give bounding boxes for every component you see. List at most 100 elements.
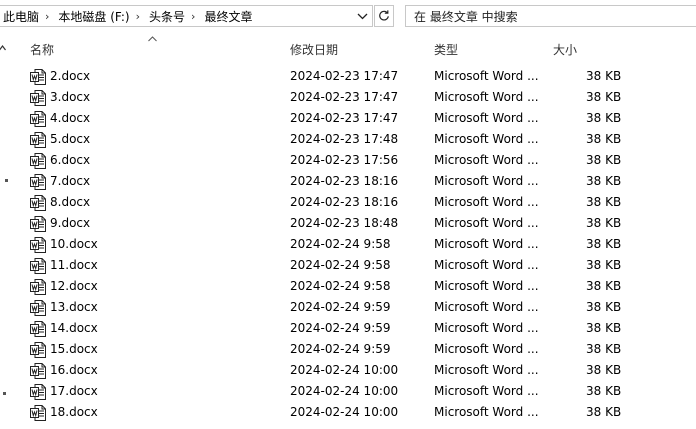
file-name: 18.docx — [50, 405, 98, 419]
file-row[interactable]: 13.docx 2024-02-24 9:59 Microsoft Word ...… — [0, 298, 696, 319]
word-document-icon — [30, 174, 46, 190]
breadcrumb-drive-f[interactable]: 本地磁盘 (F:) — [55, 8, 129, 25]
word-document-icon — [30, 237, 46, 253]
file-type: Microsoft Word ... — [434, 90, 539, 104]
file-row[interactable]: 6.docx 2024-02-23 17:56 Microsoft Word ...… — [0, 151, 696, 172]
word-document-icon — [30, 405, 46, 421]
word-document-icon — [30, 111, 46, 127]
file-type: Microsoft Word ... — [434, 279, 539, 293]
file-row[interactable]: 14.docx 2024-02-24 9:59 Microsoft Word ...… — [0, 319, 696, 340]
file-name: 5.docx — [50, 132, 91, 146]
file-type: Microsoft Word ... — [434, 258, 539, 272]
search-placeholder: 在 最终文章 中搜索 — [414, 9, 518, 24]
word-document-icon — [30, 69, 46, 85]
file-date: 2024-02-23 18:16 — [290, 195, 399, 209]
file-date: 2024-02-24 10:00 — [290, 384, 399, 398]
file-date: 2024-02-23 17:47 — [290, 69, 399, 83]
file-name: 7.docx — [50, 174, 91, 188]
file-date: 2024-02-23 17:56 — [290, 153, 399, 167]
file-size: 38 KB — [586, 132, 622, 146]
chevron-down-icon[interactable] — [355, 9, 369, 23]
file-date: 2024-02-24 9:59 — [290, 300, 391, 314]
breadcrumb-toutiao[interactable]: 头条号 — [146, 8, 185, 25]
file-type: Microsoft Word ... — [434, 342, 539, 356]
file-row[interactable]: 4.docx 2024-02-23 17:47 Microsoft Word ...… — [0, 109, 696, 130]
column-header-type[interactable]: 类型 — [434, 41, 458, 58]
file-name: 2.docx — [50, 69, 91, 83]
file-type: Microsoft Word ... — [434, 111, 539, 125]
file-size: 38 KB — [586, 90, 622, 104]
refresh-button[interactable] — [374, 5, 394, 27]
file-type: Microsoft Word ... — [434, 195, 539, 209]
file-type: Microsoft Word ... — [434, 132, 539, 146]
file-row[interactable]: 9.docx 2024-02-23 18:48 Microsoft Word ...… — [0, 214, 696, 235]
word-document-icon — [30, 342, 46, 358]
file-row[interactable]: 15.docx 2024-02-24 9:59 Microsoft Word ...… — [0, 340, 696, 361]
file-date: 2024-02-24 10:00 — [290, 405, 399, 419]
file-date: 2024-02-23 17:48 — [290, 132, 399, 146]
file-name: 17.docx — [50, 384, 98, 398]
file-name: 11.docx — [50, 258, 98, 272]
column-header-name[interactable]: 名称 — [30, 41, 54, 58]
file-type: Microsoft Word ... — [434, 153, 539, 167]
word-document-icon — [30, 258, 46, 274]
chevron-up-icon[interactable] — [0, 40, 6, 54]
column-header-date[interactable]: 修改日期 — [290, 41, 338, 58]
word-document-icon — [30, 363, 46, 379]
file-date: 2024-02-23 18:48 — [290, 216, 399, 230]
word-document-icon — [30, 279, 46, 295]
file-size: 38 KB — [586, 195, 622, 209]
file-row[interactable]: 18.docx 2024-02-24 10:00 Microsoft Word ..… — [0, 403, 696, 424]
file-date: 2024-02-24 10:00 — [290, 363, 399, 377]
file-row[interactable]: 5.docx 2024-02-23 17:48 Microsoft Word ...… — [0, 130, 696, 151]
file-name: 15.docx — [50, 342, 98, 356]
file-size: 38 KB — [586, 405, 622, 419]
search-input[interactable]: 在 最终文章 中搜索 — [405, 5, 696, 27]
word-document-icon — [30, 132, 46, 148]
file-size: 38 KB — [586, 279, 622, 293]
file-row[interactable]: 16.docx 2024-02-24 10:00 Microsoft Word ..… — [0, 361, 696, 382]
file-name: 13.docx — [50, 300, 98, 314]
address-bar[interactable]: 此电脑 › 本地磁盘 (F:) › 头条号 › 最终文章 — [0, 5, 373, 27]
file-date: 2024-02-23 17:47 — [290, 90, 399, 104]
file-name: 9.docx — [50, 216, 91, 230]
breadcrumb-separator-icon[interactable]: › — [39, 10, 55, 23]
file-type: Microsoft Word ... — [434, 237, 539, 251]
file-name: 3.docx — [50, 90, 91, 104]
scroll-mark — [3, 392, 6, 395]
file-row[interactable]: 11.docx 2024-02-24 9:58 Microsoft Word ...… — [0, 256, 696, 277]
file-name: 8.docx — [50, 195, 91, 209]
file-type: Microsoft Word ... — [434, 174, 539, 188]
breadcrumb-final-articles[interactable]: 最终文章 — [201, 8, 252, 25]
file-size: 38 KB — [586, 384, 622, 398]
file-size: 38 KB — [586, 300, 622, 314]
file-date: 2024-02-24 9:58 — [290, 237, 391, 251]
file-row[interactable]: 3.docx 2024-02-23 17:47 Microsoft Word ...… — [0, 88, 696, 109]
word-document-icon — [30, 216, 46, 232]
word-document-icon — [30, 195, 46, 211]
file-row[interactable]: 17.docx 2024-02-24 10:00 Microsoft Word ..… — [0, 382, 696, 403]
breadcrumb-this-pc[interactable]: 此电脑 — [0, 8, 39, 25]
sort-ascending-icon — [148, 31, 157, 45]
file-date: 2024-02-24 9:59 — [290, 321, 391, 335]
file-name: 10.docx — [50, 237, 98, 251]
file-row[interactable]: 7.docx 2024-02-23 18:16 Microsoft Word ...… — [0, 172, 696, 193]
file-row[interactable]: 2.docx 2024-02-23 17:47 Microsoft Word ...… — [0, 67, 696, 88]
file-type: Microsoft Word ... — [434, 363, 539, 377]
file-name: 14.docx — [50, 321, 98, 335]
file-type: Microsoft Word ... — [434, 405, 539, 419]
column-header-size[interactable]: 大小 — [553, 41, 577, 58]
breadcrumb-separator-icon[interactable]: › — [185, 10, 201, 23]
breadcrumb-separator-icon[interactable]: › — [130, 10, 146, 23]
word-document-icon — [30, 384, 46, 400]
refresh-icon — [379, 10, 389, 21]
file-size: 38 KB — [586, 216, 622, 230]
file-row[interactable]: 8.docx 2024-02-23 18:16 Microsoft Word ...… — [0, 193, 696, 214]
file-name: 4.docx — [50, 111, 91, 125]
file-row[interactable]: 10.docx 2024-02-24 9:58 Microsoft Word ...… — [0, 235, 696, 256]
file-size: 38 KB — [586, 174, 622, 188]
scroll-mark — [5, 179, 8, 182]
file-row[interactable]: 12.docx 2024-02-24 9:58 Microsoft Word ...… — [0, 277, 696, 298]
word-document-icon — [30, 300, 46, 316]
file-size: 38 KB — [586, 153, 622, 167]
